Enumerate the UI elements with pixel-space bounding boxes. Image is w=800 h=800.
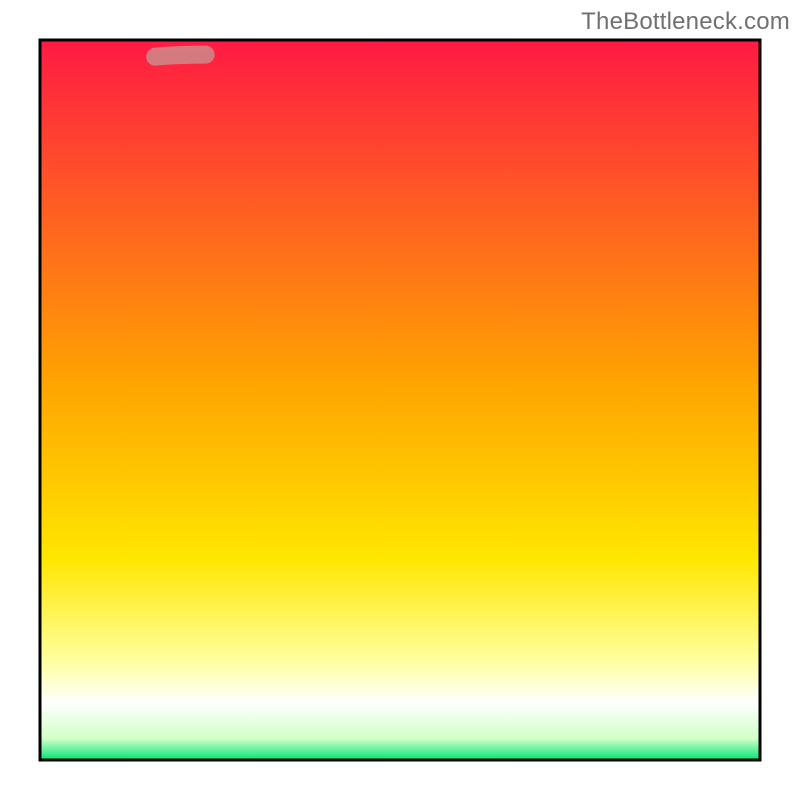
bottleneck-chart	[0, 0, 800, 800]
curve-highlight	[155, 55, 205, 57]
chart-container: TheBottleneck.com	[0, 0, 800, 800]
plot-background	[40, 40, 760, 760]
